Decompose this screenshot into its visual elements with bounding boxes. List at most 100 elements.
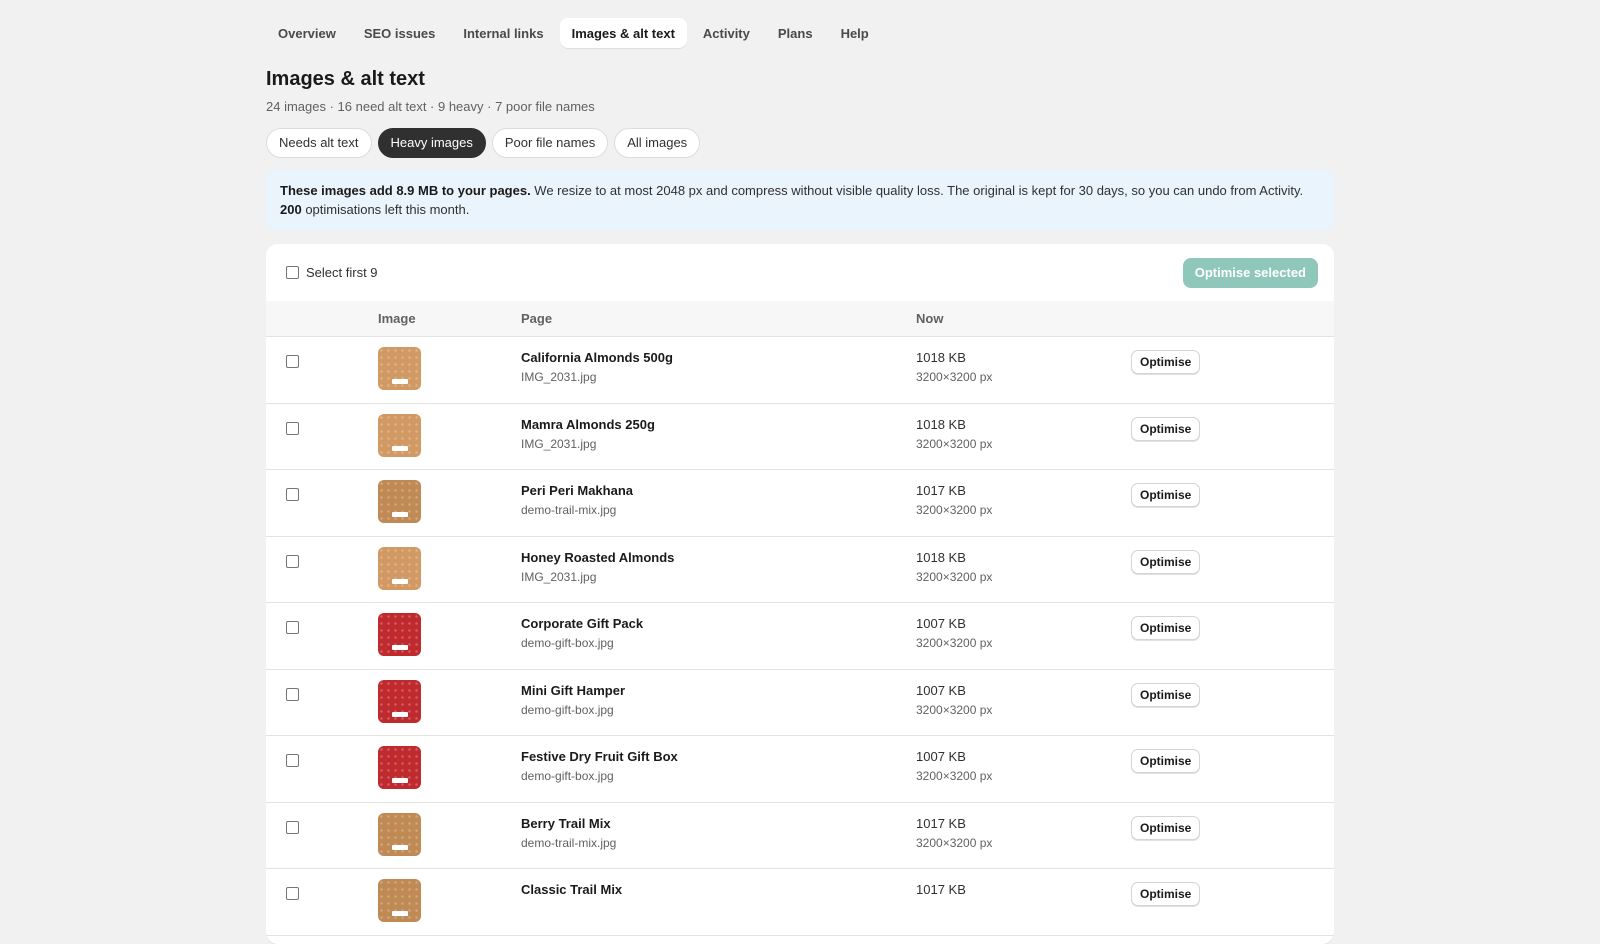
filter-poor-file-names[interactable]: Poor file names xyxy=(491,128,609,158)
product-thumbnail xyxy=(378,812,421,856)
table-row: Honey Roasted Almonds IMG_2031.jpg 1018 … xyxy=(266,537,1334,603)
column-header-now: Now xyxy=(916,311,944,326)
row-checkbox[interactable] xyxy=(286,554,299,568)
table-row: Peri Peri Makhana demo-trail-mix.jpg 101… xyxy=(266,470,1334,537)
table-row: Mini Gift Hamper demo-gift-box.jpg 1007 … xyxy=(266,670,1334,736)
row-checkbox[interactable] xyxy=(286,421,299,435)
banner-text: We resize to at most 2048 px and compres… xyxy=(530,183,1304,198)
banner-lead: These images add 8.9 MB to your pages. xyxy=(280,183,531,198)
optimise-button[interactable]: Optimise xyxy=(1131,549,1201,574)
row-file-size: 1007 KB xyxy=(916,682,966,698)
product-thumbnail xyxy=(378,347,421,390)
row-page-title: Festive Dry Fruit Gift Box xyxy=(521,749,678,764)
row-file-name: demo-gift-box.jpg xyxy=(521,702,614,717)
row-file-size: 1017 KB xyxy=(916,815,966,831)
row-checkbox[interactable] xyxy=(286,820,299,834)
tab-images-alt-text[interactable]: Images & alt text xyxy=(559,18,687,48)
table-row: California Almonds 500g IMG_2031.jpg 101… xyxy=(266,337,1334,404)
table-row: Mamra Almonds 250g IMG_2031.jpg 1018 KB … xyxy=(266,404,1334,470)
product-thumbnail xyxy=(378,746,421,789)
row-checkbox[interactable] xyxy=(286,621,299,634)
table-toolbar: Select first 9 Optimise selected xyxy=(266,244,1334,301)
row-page-title: Mamra Almonds 250g xyxy=(521,416,655,432)
row-file-name: demo-gift-box.jpg xyxy=(521,636,614,650)
row-page-title: Classic Trail Mix xyxy=(521,882,623,897)
filter-heavy-images[interactable]: Heavy images xyxy=(377,128,486,158)
table-row: Classic Trail Mix 1017 KB Optimise xyxy=(266,869,1334,936)
page-summary: 24 images · 16 need alt text · 9 heavy ·… xyxy=(266,99,595,114)
images-table-card: Select first 9 Optimise selected Image P… xyxy=(266,244,1334,944)
banner-count: 200 xyxy=(280,202,302,217)
optimise-button[interactable]: Optimise xyxy=(1131,483,1201,507)
row-file-name: IMG_2031.jpg xyxy=(521,436,597,451)
select-all-label: Select first 9 xyxy=(306,265,378,280)
row-checkbox[interactable] xyxy=(286,754,299,767)
product-thumbnail xyxy=(378,679,421,723)
column-header-page: Page xyxy=(521,311,553,326)
table-body: California Almonds 500g IMG_2031.jpg 101… xyxy=(266,337,1334,936)
row-checkbox[interactable] xyxy=(286,687,299,701)
optimise-selected-button[interactable]: Optimise selected xyxy=(1182,257,1318,288)
table-row: Berry Trail Mix demo-trail-mix.jpg 1017 … xyxy=(266,803,1334,869)
product-thumbnail xyxy=(378,480,421,523)
optimise-button[interactable]: Optimise xyxy=(1131,815,1201,840)
filter-needs-alt-text[interactable]: Needs alt text xyxy=(266,128,372,158)
column-header-image: Image xyxy=(378,311,416,326)
optimise-button[interactable]: Optimise xyxy=(1131,882,1201,906)
row-page-title: California Almonds 500g xyxy=(521,350,673,365)
tab-help[interactable]: Help xyxy=(829,18,881,48)
row-file-size: 1018 KB xyxy=(916,549,966,565)
table-row: Festive Dry Fruit Gift Box demo-gift-box… xyxy=(266,736,1334,803)
row-checkbox[interactable] xyxy=(286,887,299,900)
row-file-size: 1007 KB xyxy=(916,616,966,631)
row-page-title: Honey Roasted Almonds xyxy=(521,549,675,565)
row-dimensions: 3200×3200 px xyxy=(916,769,993,783)
select-all-checkbox[interactable] xyxy=(286,266,299,279)
tab-seo-issues[interactable]: SEO issues xyxy=(352,18,448,48)
optimise-button[interactable]: Optimise xyxy=(1131,350,1201,374)
row-page-title: Berry Trail Mix xyxy=(521,815,611,831)
row-file-size: 1007 KB xyxy=(916,749,966,764)
row-file-name: IMG_2031.jpg xyxy=(521,569,597,584)
table-header: Image Page Now xyxy=(266,301,1334,337)
row-checkbox[interactable] xyxy=(286,355,299,368)
row-dimensions: 3200×3200 px xyxy=(916,636,993,650)
row-checkbox[interactable] xyxy=(286,488,299,501)
row-dimensions: 3200×3200 px xyxy=(916,370,993,384)
row-file-name: demo-trail-mix.jpg xyxy=(521,503,617,517)
row-page-title: Corporate Gift Pack xyxy=(521,616,644,631)
tab-overview[interactable]: Overview xyxy=(266,18,348,48)
row-file-name: demo-gift-box.jpg xyxy=(521,769,614,783)
app-content: Overview SEO issues Internal links Image… xyxy=(266,0,1334,944)
page-title: Images & alt text xyxy=(266,68,425,90)
row-file-size: 1017 KB xyxy=(916,483,966,498)
product-thumbnail xyxy=(378,879,421,922)
row-dimensions: 3200×3200 px xyxy=(916,702,993,717)
row-dimensions: 3200×3200 px xyxy=(916,503,993,517)
tab-internal-links[interactable]: Internal links xyxy=(451,18,555,48)
info-banner: These images add 8.9 MB to your pages. W… xyxy=(266,170,1334,230)
row-dimensions: 3200×3200 px xyxy=(916,436,993,451)
row-dimensions: 3200×3200 px xyxy=(916,569,993,584)
tab-activity[interactable]: Activity xyxy=(691,18,762,48)
row-file-size: 1018 KB xyxy=(916,350,966,365)
optimise-button[interactable]: Optimise xyxy=(1131,416,1201,441)
product-thumbnail xyxy=(378,413,421,457)
row-file-size: 1018 KB xyxy=(916,416,966,432)
top-nav: Overview SEO issues Internal links Image… xyxy=(266,0,1334,48)
tab-plans[interactable]: Plans xyxy=(766,18,825,48)
row-file-name: IMG_2031.jpg xyxy=(521,370,597,384)
optimise-button[interactable]: Optimise xyxy=(1131,682,1201,707)
table-row: Corporate Gift Pack demo-gift-box.jpg 10… xyxy=(266,603,1334,670)
filter-all-images[interactable]: All images xyxy=(614,128,701,158)
optimise-button[interactable]: Optimise xyxy=(1131,749,1201,773)
banner-count-suffix: optimisations left this month. xyxy=(301,202,470,217)
row-file-size: 1017 KB xyxy=(916,882,966,897)
row-file-name: demo-trail-mix.jpg xyxy=(521,835,617,850)
row-page-title: Peri Peri Makhana xyxy=(521,483,633,498)
product-thumbnail xyxy=(378,546,421,590)
optimise-button[interactable]: Optimise xyxy=(1131,616,1201,640)
select-all[interactable]: Select first 9 xyxy=(286,265,378,280)
row-dimensions: 3200×3200 px xyxy=(916,835,993,850)
row-page-title: Mini Gift Hamper xyxy=(521,682,626,698)
